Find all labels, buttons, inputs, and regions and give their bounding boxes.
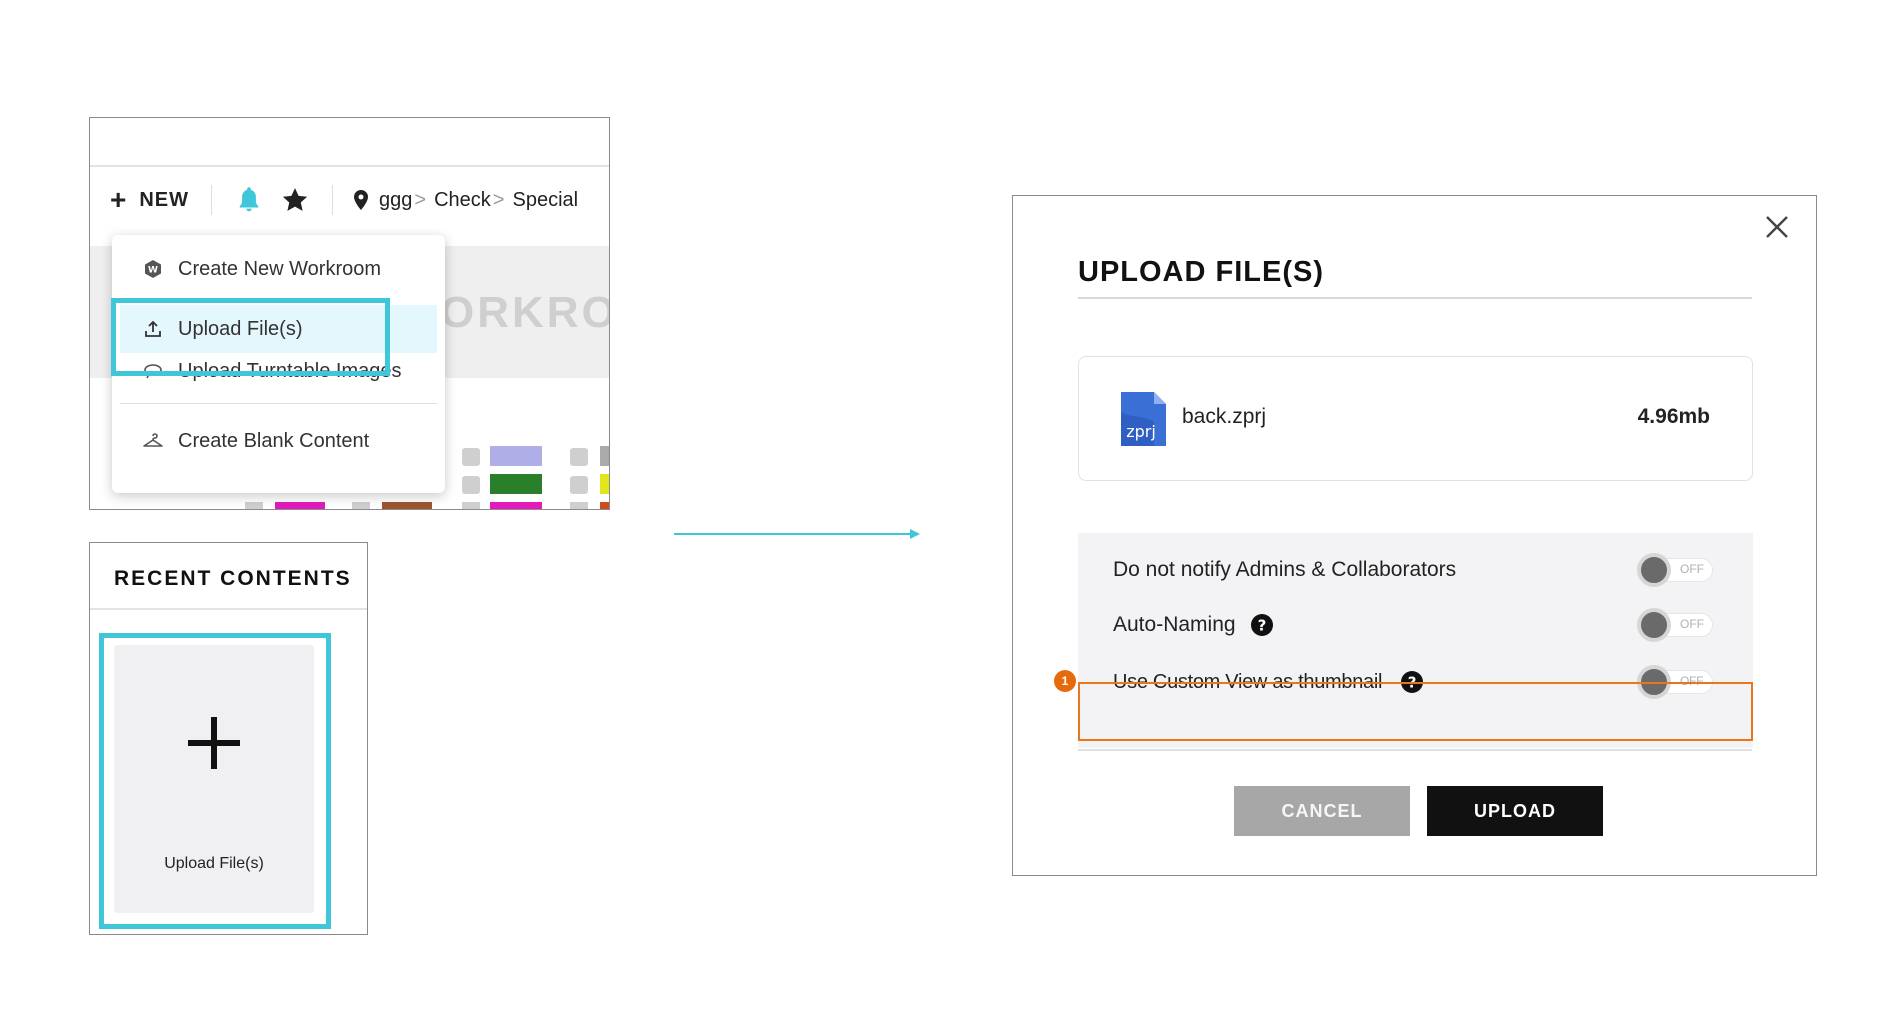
toolbar: + NEW ggg > Check > Special <box>90 180 609 220</box>
flow-arrow <box>674 527 922 541</box>
color-swatch <box>570 502 588 509</box>
option-row-notify: Do not notify Admins & Collaborators OFF <box>1078 541 1753 599</box>
dialog-title: UPLOAD FILE(S) <box>1078 256 1324 288</box>
recent-contents-panel: RECENT CONTENTS Upload File(s) <box>89 542 368 935</box>
color-swatch <box>570 476 588 494</box>
option-label: Do not notify Admins & Collaborators <box>1113 558 1457 581</box>
color-swatch <box>490 502 542 509</box>
file-item: zprj back.zprj 4.96mb <box>1078 356 1753 481</box>
zprj-file-icon: zprj <box>1121 392 1166 446</box>
menu-item-create-blank[interactable]: Create Blank Content <box>112 419 445 463</box>
upload-button[interactable]: UPLOAD <box>1427 786 1603 836</box>
highlight-frame-custom-view <box>1078 682 1753 741</box>
color-swatch <box>352 502 370 509</box>
topbar-divider <box>90 165 609 167</box>
location-pin-icon <box>353 189 369 211</box>
close-icon[interactable] <box>1760 210 1794 244</box>
help-icon[interactable]: ? <box>1250 613 1274 637</box>
star-icon[interactable] <box>280 185 310 215</box>
color-swatch <box>600 502 609 509</box>
option-row-auto-naming: Auto-Naming ? OFF <box>1078 596 1753 654</box>
toggle-state: OFF <box>1680 617 1704 631</box>
plus-icon: + <box>110 184 128 215</box>
color-swatch <box>245 502 263 509</box>
menu-item-label: Create Blank Content <box>178 429 370 452</box>
color-swatch <box>490 446 542 466</box>
menu-item-label: Create New Workroom <box>178 257 382 280</box>
file-name: back.zprj <box>1182 405 1267 428</box>
workroom-hexagon-icon: W <box>142 258 164 280</box>
color-swatch <box>462 476 480 494</box>
cancel-button[interactable]: CANCEL <box>1234 786 1410 836</box>
breadcrumb-separator: > <box>492 188 505 211</box>
menu-divider <box>120 403 437 404</box>
breadcrumb-item[interactable]: Check <box>434 189 491 212</box>
new-button-label: NEW <box>139 188 190 211</box>
file-size: 4.96mb <box>1637 405 1710 428</box>
step-badge: 1 <box>1054 670 1076 692</box>
toolbar-separator <box>332 185 334 215</box>
color-swatch <box>490 474 542 494</box>
svg-text:?: ? <box>1257 617 1266 635</box>
svg-text:W: W <box>148 266 158 276</box>
workroom-banner-text: ORKRO <box>440 288 610 337</box>
color-swatch <box>600 446 609 466</box>
options-divider <box>1078 749 1752 751</box>
color-swatch <box>462 502 480 509</box>
color-swatch <box>275 502 325 509</box>
title-divider <box>1078 297 1752 299</box>
recent-divider <box>90 608 367 610</box>
file-icon-text: zprj <box>1126 422 1156 441</box>
bell-icon[interactable] <box>234 185 264 215</box>
highlight-frame-upload-card <box>99 633 331 929</box>
toggle-state: OFF <box>1680 562 1704 576</box>
notify-toggle[interactable]: OFF <box>1637 553 1713 587</box>
toggle-knob <box>1637 608 1671 642</box>
new-button[interactable]: + NEW <box>110 186 189 214</box>
color-swatch <box>462 448 480 466</box>
color-swatch <box>600 474 609 494</box>
breadcrumb: ggg > Check > Special <box>353 189 578 212</box>
color-swatch <box>570 448 588 466</box>
menu-item-create-workroom[interactable]: W Create New Workroom <box>112 247 445 291</box>
breadcrumb-separator: > <box>414 188 427 211</box>
breadcrumb-item[interactable]: ggg <box>379 189 412 212</box>
upload-dialog: UPLOAD FILE(S) zprj back.zprj 4.96mb Do … <box>1012 195 1817 876</box>
toolbar-separator <box>211 185 213 215</box>
hanger-icon <box>142 430 164 452</box>
breadcrumb-item[interactable]: Special <box>512 189 578 212</box>
color-swatch <box>382 502 432 509</box>
option-label: Auto-Naming <box>1113 613 1236 636</box>
toggle-knob <box>1637 553 1671 587</box>
highlight-frame-upload-item <box>111 298 390 376</box>
menu-screenshot-panel: + NEW ggg > Check > Special ORKRO W Crea… <box>89 117 610 510</box>
recent-contents-title: RECENT CONTENTS <box>114 567 352 590</box>
auto-naming-toggle[interactable]: OFF <box>1637 608 1713 642</box>
